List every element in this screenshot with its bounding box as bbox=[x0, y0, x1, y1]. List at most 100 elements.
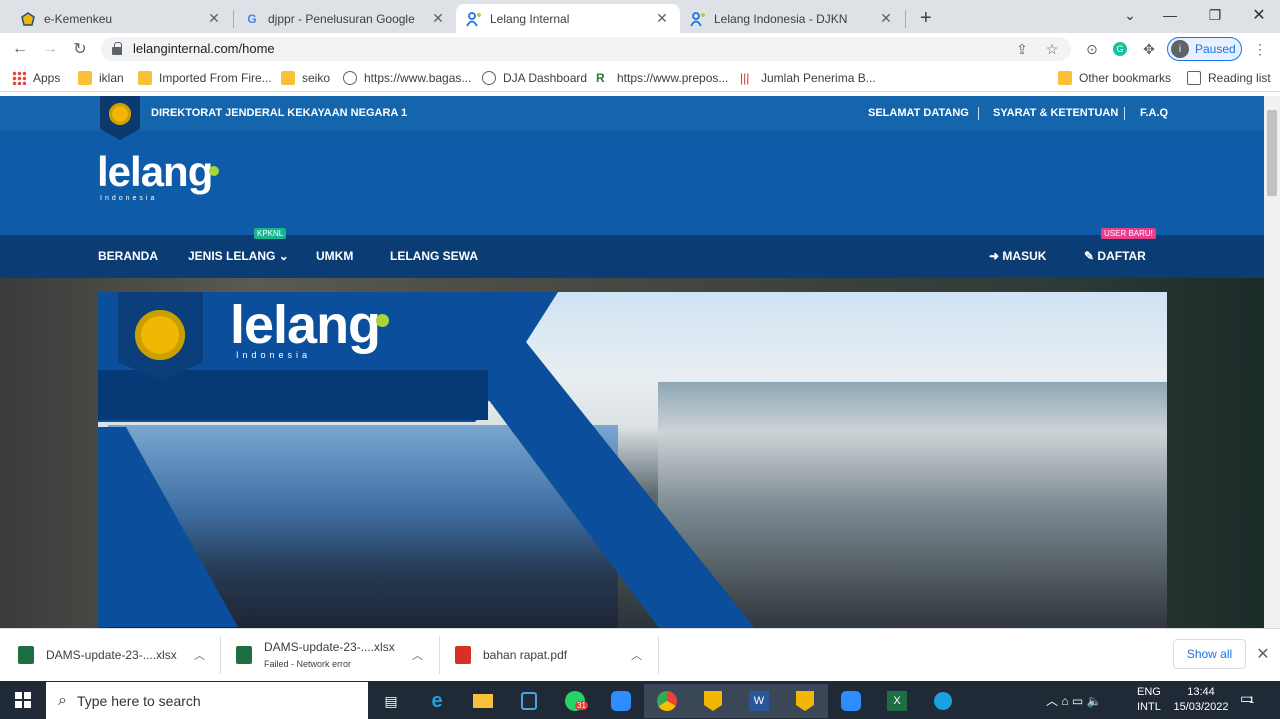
windows-start-icon[interactable] bbox=[0, 681, 46, 719]
close-window-button[interactable]: ✕ bbox=[1237, 0, 1280, 30]
tab-e-kemenkeu[interactable]: e-Kemenkeu ✕ bbox=[10, 4, 232, 33]
close-tab-icon[interactable]: ✕ bbox=[206, 10, 222, 27]
bookmark-jumlah[interactable]: ||| Jumlah Penerima B... bbox=[740, 71, 876, 85]
defender-icon[interactable] bbox=[506, 684, 552, 718]
bookmark-star-icon[interactable]: ☆ bbox=[1042, 40, 1062, 58]
sign-in-icon: ➜ bbox=[989, 249, 1000, 263]
bookmark-seiko[interactable]: seiko bbox=[281, 71, 330, 85]
menu-umkm[interactable]: UMKM bbox=[316, 249, 353, 263]
bookmark-bagas[interactable]: https://www.bagas... bbox=[343, 71, 471, 85]
tab-separator bbox=[905, 10, 906, 28]
grammarly-icon[interactable]: G bbox=[1110, 40, 1130, 58]
reading-list[interactable]: Reading list bbox=[1187, 71, 1271, 85]
close-tab-icon[interactable]: ✕ bbox=[430, 10, 446, 27]
link-selamat-datang[interactable]: SELAMAT DATANG bbox=[868, 107, 969, 119]
forward-icon[interactable]: → bbox=[38, 38, 62, 60]
bookmark-prepos[interactable]: Rhttps://www.prepos... bbox=[596, 71, 728, 85]
task-view-icon[interactable]: ▤ bbox=[368, 684, 414, 718]
language-indicator[interactable]: ENG INTL bbox=[1137, 686, 1161, 713]
logo-text: lelang bbox=[230, 295, 381, 355]
pdf-file-icon bbox=[455, 645, 471, 664]
clock-date: 15/03/2022 bbox=[1173, 701, 1229, 713]
download-filename: DAMS-update-23-....xlsx bbox=[264, 640, 395, 654]
share-icon[interactable]: ⇪ bbox=[1012, 40, 1032, 58]
download-filename: bahan rapat.pdf bbox=[483, 647, 568, 662]
whatsapp-icon[interactable]: 31 bbox=[552, 684, 598, 718]
url-text[interactable]: lelanginternal.com/home bbox=[133, 41, 275, 56]
download-item[interactable]: DAMS-update-23-....xlsx ︿ bbox=[18, 628, 218, 681]
chrome-icon[interactable] bbox=[644, 684, 690, 718]
reload-icon[interactable]: ↻ bbox=[68, 38, 92, 60]
tray-icons[interactable]: ︿ ⌂ ▭ 🔈 bbox=[1046, 692, 1102, 709]
lang-label: ENG bbox=[1137, 686, 1161, 698]
excel-icon[interactable]: X bbox=[874, 684, 920, 718]
edit-icon: ✎ bbox=[1084, 249, 1095, 263]
search-icon: ⌕ bbox=[58, 691, 67, 709]
file-explorer-icon[interactable] bbox=[460, 684, 506, 718]
other-bookmarks[interactable]: Other bookmarks bbox=[1058, 71, 1171, 85]
bookmark-label: Imported From Fire... bbox=[159, 71, 272, 85]
bookmark-apps[interactable]: Apps bbox=[12, 71, 60, 85]
taskbar-search[interactable]: ⌕ Type here to search bbox=[46, 682, 368, 719]
logo-text: lelang bbox=[97, 148, 213, 195]
tab-lelang-indonesia[interactable]: Lelang Indonesia - DJKN ✕ bbox=[680, 4, 904, 33]
tab-search-icon[interactable]: ⌄ bbox=[1108, 0, 1152, 30]
tab-title: djppr - Penelusuran Google bbox=[268, 11, 415, 26]
profile-button[interactable]: i Paused bbox=[1167, 37, 1242, 61]
avatar: i bbox=[1171, 40, 1189, 58]
chevron-up-icon[interactable]: ︿ bbox=[194, 647, 205, 663]
shield-app-icon[interactable] bbox=[782, 684, 828, 718]
close-tab-icon[interactable]: ✕ bbox=[878, 10, 894, 27]
clock-time: 13:44 bbox=[1187, 686, 1215, 698]
close-tab-icon[interactable]: ✕ bbox=[654, 10, 670, 27]
divider bbox=[439, 636, 440, 674]
clock[interactable]: 13:44 15/03/2022 bbox=[1172, 686, 1230, 713]
link-faq[interactable]: F.A.Q bbox=[1140, 107, 1168, 119]
lelang-logo[interactable]: lelang bbox=[97, 148, 220, 196]
menu-label: MASUK bbox=[1002, 249, 1047, 263]
shield-app-icon[interactable] bbox=[690, 684, 736, 718]
menu-beranda[interactable]: BERANDA bbox=[98, 249, 158, 263]
scrollbar-thumb[interactable] bbox=[1267, 110, 1277, 196]
hero-banner[interactable]: lelang Indonesia bbox=[98, 292, 1167, 628]
notification-count: 1 bbox=[1249, 695, 1255, 705]
folder-icon bbox=[138, 71, 152, 85]
bookmark-imported[interactable]: Imported From Fire... bbox=[138, 71, 272, 85]
new-tab-button[interactable]: + bbox=[910, 4, 940, 33]
menu-lelang-sewa[interactable]: LELANG SEWA bbox=[390, 249, 478, 263]
bookmark-dja[interactable]: DJA Dashboard bbox=[482, 71, 587, 85]
bookmark-iklan[interactable]: iklan bbox=[78, 71, 124, 85]
back-icon[interactable]: ← bbox=[8, 38, 32, 60]
tab-title: Lelang Indonesia - DJKN bbox=[714, 11, 848, 26]
bookmark-label: Reading list bbox=[1208, 71, 1271, 85]
restore-button[interactable]: ❐ bbox=[1193, 0, 1237, 30]
puzzle-icon[interactable]: ✥ bbox=[1139, 40, 1159, 58]
link-syarat-ketentuan[interactable]: SYARAT & KETENTUAN bbox=[993, 107, 1118, 119]
bookmark-label: https://www.prepos... bbox=[617, 71, 729, 85]
zoom-icon[interactable] bbox=[598, 684, 644, 718]
tab-djppr-google[interactable]: G djppr - Penelusuran Google ✕ bbox=[234, 4, 456, 33]
download-item-failed[interactable]: DAMS-update-23-....xlsx Failed - Network … bbox=[236, 628, 436, 681]
daftar-button[interactable]: ✎ DAFTAR bbox=[1084, 249, 1146, 263]
download-filename: DAMS-update-23-....xlsx bbox=[46, 647, 177, 662]
tab-lelang-internal[interactable]: Lelang Internal ✕ bbox=[456, 4, 680, 33]
notification-center-icon[interactable]: ▭1 bbox=[1240, 690, 1254, 707]
show-all-button[interactable]: Show all bbox=[1173, 639, 1246, 669]
edge-icon[interactable]: e bbox=[414, 684, 460, 718]
excel-file-icon bbox=[18, 645, 34, 664]
menu-icon[interactable]: ⋮ bbox=[1250, 40, 1270, 58]
chevron-up-icon[interactable]: ︿ bbox=[631, 647, 642, 663]
chevron-up-icon[interactable]: ︿ bbox=[412, 647, 423, 663]
masuk-button[interactable]: ➜ MASUK bbox=[989, 249, 1046, 263]
close-downloads-icon[interactable]: ✕ bbox=[1251, 643, 1275, 665]
vpn-icon[interactable] bbox=[920, 684, 966, 718]
logo-dot-icon bbox=[209, 166, 220, 176]
kemenkeu-emblem bbox=[118, 292, 203, 380]
extension-icon[interactable]: ⊙ bbox=[1082, 40, 1102, 58]
download-item-pdf[interactable]: bahan rapat.pdf ︿ bbox=[455, 628, 655, 681]
word-icon[interactable]: W bbox=[736, 684, 782, 718]
zoom-icon[interactable] bbox=[828, 684, 874, 718]
tab-title: e-Kemenkeu bbox=[44, 11, 113, 26]
menu-jenis-lelang[interactable]: JENIS LELANG ⌄ bbox=[188, 249, 289, 263]
minimize-button[interactable]: — bbox=[1148, 0, 1192, 30]
